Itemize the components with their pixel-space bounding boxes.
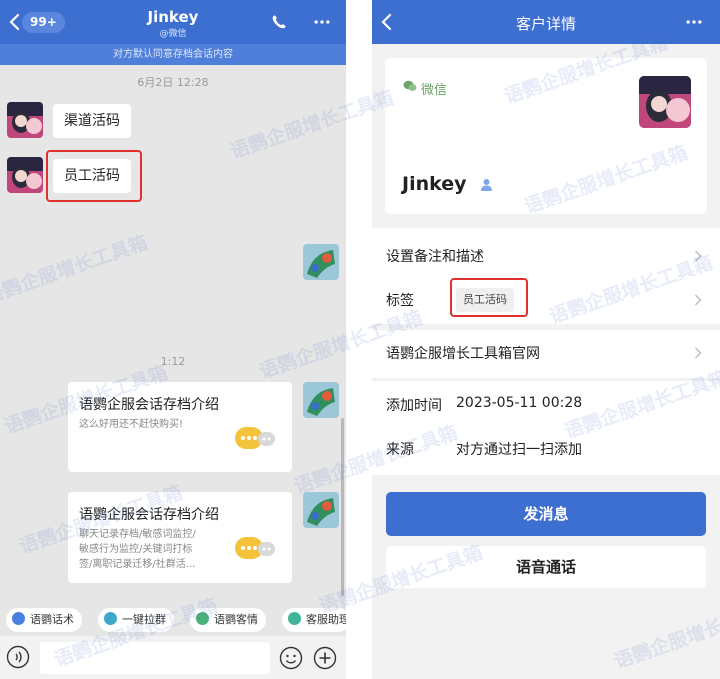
- chat-title: Jinkey: [147, 8, 199, 26]
- row-remark-label[interactable]: 设置备注和描述: [386, 246, 484, 266]
- chat-bubble-icon: [235, 537, 275, 559]
- self-avatar[interactable]: [303, 382, 339, 418]
- row-website-label: 语鹦企服增长工具箱官网: [386, 346, 540, 362]
- quick-action-yuying-script[interactable]: 语鹦话术: [6, 608, 82, 632]
- wechat-label: 微信: [421, 83, 448, 98]
- chat-subtitle: @微信: [159, 29, 187, 39]
- scrollbar[interactable]: [341, 418, 344, 596]
- person-icon: [481, 179, 492, 191]
- highlight-box: [450, 278, 528, 317]
- more-icon[interactable]: [684, 12, 704, 32]
- card-description: 这么好用还不赶快购买!: [79, 419, 184, 430]
- page-title: 客户详情: [515, 15, 576, 33]
- profile-avatar[interactable]: [639, 76, 691, 128]
- panel-divider: [346, 0, 372, 679]
- customer-name: Jinkey: [402, 173, 467, 195]
- avatar[interactable]: [7, 102, 43, 138]
- chip-label: 语鹦客情: [214, 613, 258, 626]
- detail-header: 客户详情: [372, 0, 720, 44]
- send-message-button[interactable]: 发消息: [386, 492, 706, 536]
- quick-action-create-group[interactable]: 一键拉群: [98, 608, 174, 632]
- voice-call-button[interactable]: 语音通话: [386, 546, 706, 588]
- message-bubble[interactable]: 渠道活码: [53, 104, 131, 138]
- chip-label: 语鹦话术: [30, 613, 74, 626]
- source-label: 来源: [386, 442, 414, 458]
- voice-icon[interactable]: [6, 645, 30, 669]
- chat-panel: 99+ Jinkey @微信 对方默认同意存档会话内容 6月2日 12:28 渠…: [0, 0, 346, 679]
- assistant-icon: [288, 612, 301, 625]
- timestamp: 6月2日 12:28: [137, 76, 209, 89]
- input-bar: [0, 636, 346, 679]
- phone-icon[interactable]: [270, 13, 288, 31]
- group-icon: [104, 612, 117, 625]
- row-tag-label: 标签: [386, 293, 414, 309]
- link-card[interactable]: 语鹦企服会话存档介绍 聊天记录存档/敏感词监控/ 敏感行为监控/关键词打标 签/…: [68, 492, 292, 583]
- chip-label: 一键拉群: [122, 613, 166, 626]
- more-icon[interactable]: [312, 12, 332, 32]
- row-website[interactable]: 语鹦企服增长工具箱官网: [372, 330, 720, 378]
- chevron-right-icon[interactable]: [694, 294, 702, 306]
- link-card[interactable]: 语鹦企服会话存档介绍 这么好用还不赶快购买!: [68, 382, 292, 472]
- card-description-line: 聊天记录存档/敏感词监控/: [79, 529, 196, 540]
- remark-tag-group: 设置备注和描述 标签 员工活码: [372, 228, 720, 324]
- card-title: 语鹦企服会话存档介绍: [79, 397, 219, 413]
- emoji-icon[interactable]: [279, 646, 303, 670]
- highlight-box: [46, 150, 142, 202]
- customer-detail-panel: 客户详情 微信 Jinkey 设置备注和描述 标签 员工活码 语鹦企服增长工具箱…: [372, 0, 720, 679]
- timestamp: 1:12: [160, 355, 186, 368]
- chevron-right-icon: [695, 347, 702, 359]
- added-time-value: 2023-05-11 00:28: [456, 395, 583, 411]
- chip-label: 客服助理: [306, 613, 346, 626]
- chevron-right-icon[interactable]: [694, 250, 702, 262]
- quick-action-service-assistant[interactable]: 客服助理: [282, 608, 346, 632]
- card-description-line: 敏感行为监控/关键词打标: [79, 544, 193, 555]
- card-title: 语鹦企服会话存档介绍: [79, 507, 219, 523]
- self-avatar[interactable]: [303, 492, 339, 528]
- message-input[interactable]: [40, 642, 270, 674]
- avatar[interactable]: [7, 157, 43, 193]
- quick-action-customer-info[interactable]: 语鹦客情: [190, 608, 266, 632]
- added-time-label: 添加时间: [386, 398, 442, 414]
- chat-header: 99+ Jinkey @微信: [0, 0, 346, 44]
- archive-notice: 对方默认同意存档会话内容: [0, 44, 346, 65]
- customer-icon: [196, 612, 209, 625]
- script-icon: [12, 612, 25, 625]
- profile-card: 微信 Jinkey: [385, 58, 707, 214]
- wechat-icon: [403, 80, 417, 91]
- info-group: 添加时间 2023-05-11 00:28 来源 对方通过扫一扫添加: [372, 381, 720, 475]
- chat-bubble-icon: [235, 427, 275, 449]
- quick-action-bar: 语鹦话术 一键拉群 语鹦客情 客服助理: [0, 604, 346, 636]
- plus-icon[interactable]: [313, 646, 337, 670]
- source-value: 对方通过扫一扫添加: [456, 442, 582, 458]
- card-description-line: 签/离职记录迁移/社群活...: [79, 559, 196, 570]
- self-avatar[interactable]: [303, 244, 339, 280]
